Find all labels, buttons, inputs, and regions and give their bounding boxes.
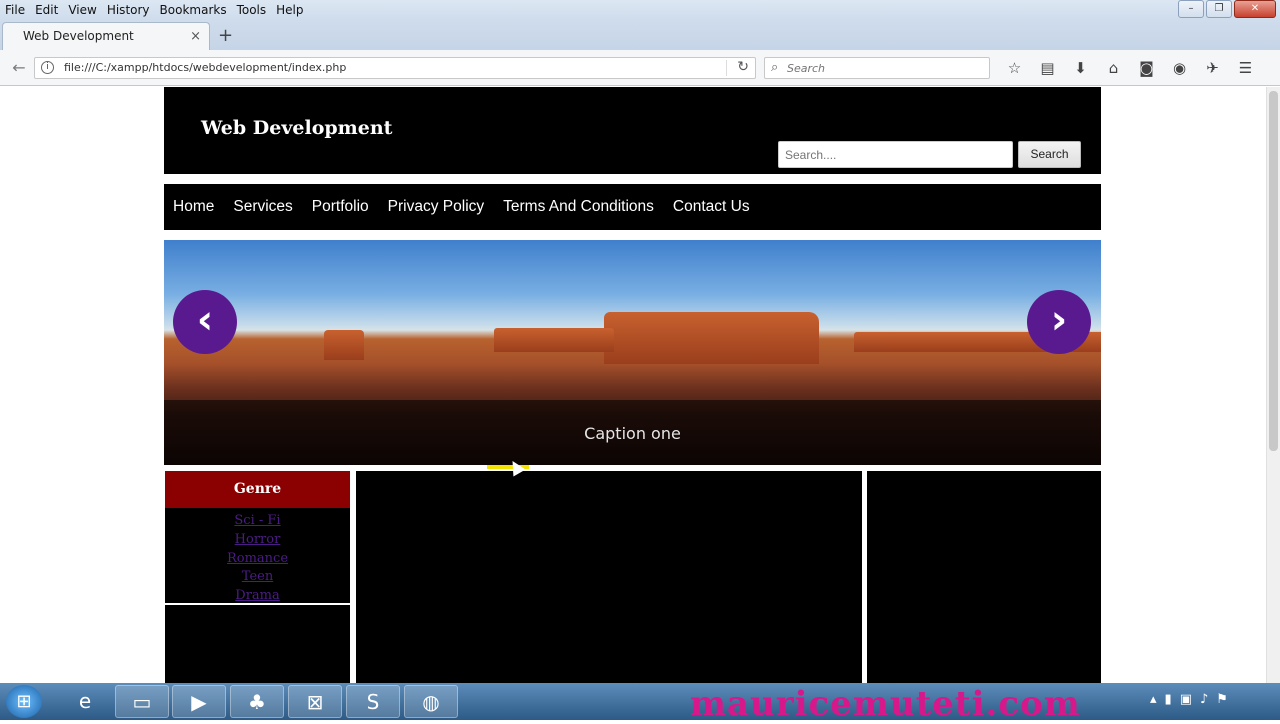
slide-image-mesa xyxy=(604,312,819,364)
system-tray: ▴ ▮ ▣ ♪ ⚑ xyxy=(1150,692,1228,707)
genre-heading: Genre xyxy=(165,471,350,508)
menu-tools[interactable]: Tools xyxy=(232,3,272,17)
site-info-icon[interactable]: i xyxy=(41,61,54,74)
file-explorer-icon[interactable]: ▭ xyxy=(115,685,169,718)
tab-web-development[interactable]: Web Development × xyxy=(2,22,210,50)
nav-link-terms[interactable]: Terms And Conditions xyxy=(503,198,654,216)
browser-search-box[interactable]: ⌕ xyxy=(764,57,990,79)
media-player-icon[interactable]: ▶ xyxy=(172,685,226,718)
tab-title: Web Development xyxy=(23,29,134,43)
minimize-button[interactable]: – xyxy=(1178,0,1204,18)
site-header: Web Development Search xyxy=(164,87,1101,174)
slide-caption: Caption one xyxy=(584,424,681,443)
vertical-scrollbar[interactable] xyxy=(1266,87,1280,683)
image-slider: Caption one ‹ › xyxy=(164,240,1101,465)
nav-link-contact[interactable]: Contact Us xyxy=(673,198,750,216)
bookmarks-menu-icon[interactable]: ▤ xyxy=(1031,58,1064,78)
adblock-icon[interactable]: ◉ xyxy=(1163,58,1196,78)
back-arrow-icon[interactable]: ← xyxy=(8,57,30,79)
menu-bar: File Edit View History Bookmarks Tools H… xyxy=(0,0,1280,20)
network-icon[interactable]: ▮ xyxy=(1165,692,1172,707)
menu-file[interactable]: File xyxy=(0,3,30,17)
watermark-text: mauricemuteti.com xyxy=(690,684,1081,724)
url-bar[interactable]: i file:///C:/xampp/htdocs/webdevelopment… xyxy=(34,57,756,79)
menu-edit[interactable]: Edit xyxy=(30,3,63,17)
toolbar-icons: ☆ ▤ ⬇ ⌂ ◙ ◉ ✈ ☰ xyxy=(998,58,1262,78)
windows-taskbar: ⊞ e ▭ ▶ ♣ ⊠ S ◍ xyxy=(0,683,1280,720)
hamburger-menu-icon[interactable]: ☰ xyxy=(1229,58,1262,78)
nav-link-home[interactable]: Home xyxy=(173,198,214,216)
window-controls: – ❐ ✕ xyxy=(1178,0,1276,18)
maximize-button[interactable]: ❐ xyxy=(1206,0,1232,18)
tab-strip: Web Development × + xyxy=(0,20,1280,50)
genre-sidebar: Genre Sci - Fi Horror Romance Teen Drama xyxy=(165,471,350,683)
genre-link-teen[interactable]: Teen xyxy=(165,568,350,587)
genre-link-sci-fi[interactable]: Sci - Fi xyxy=(165,512,350,531)
firefox-icon[interactable]: ◍ xyxy=(404,685,458,718)
home-icon[interactable]: ⌂ xyxy=(1097,58,1130,78)
slider-next-arrow-icon[interactable]: › xyxy=(1027,290,1091,354)
browser-search-input[interactable] xyxy=(787,60,985,76)
genre-link-romance[interactable]: Romance xyxy=(165,550,350,569)
nav-link-privacy-policy[interactable]: Privacy Policy xyxy=(388,198,484,216)
games-icon[interactable]: ♣ xyxy=(230,685,284,718)
site-search-button[interactable]: Search xyxy=(1018,141,1081,168)
genre-list: Sci - Fi Horror Romance Teen Drama xyxy=(165,508,350,603)
genre-link-horror[interactable]: Horror xyxy=(165,531,350,550)
reload-icon[interactable]: ↻ xyxy=(737,59,749,75)
site-nav-menu: Home Services Portfolio Privacy Policy T… xyxy=(164,184,1101,230)
right-column xyxy=(867,471,1101,683)
new-tab-button[interactable]: + xyxy=(218,25,233,46)
scrollbar-thumb[interactable] xyxy=(1269,91,1278,451)
pocket-icon[interactable]: ◙ xyxy=(1130,58,1163,78)
menu-help[interactable]: Help xyxy=(271,3,308,17)
site-title: Web Development xyxy=(201,117,393,139)
url-text[interactable]: file:///C:/xampp/htdocs/webdevelopment/i… xyxy=(64,61,346,74)
bookmark-star-icon[interactable]: ☆ xyxy=(998,58,1031,78)
slider-prev-arrow-icon[interactable]: ‹ xyxy=(173,290,237,354)
menu-bookmarks[interactable]: Bookmarks xyxy=(155,3,232,17)
flag-icon[interactable]: ⚑ xyxy=(1216,692,1228,707)
menu-view[interactable]: View xyxy=(63,3,101,17)
nav-link-portfolio[interactable]: Portfolio xyxy=(312,198,369,216)
nav-link-services[interactable]: Services xyxy=(233,198,292,216)
slide-image-ridge-left xyxy=(494,328,614,352)
volume-icon[interactable]: ♪ xyxy=(1200,692,1208,707)
extension-icon[interactable]: ✈ xyxy=(1196,58,1229,78)
url-separator xyxy=(726,60,727,76)
start-button-icon[interactable]: ⊞ xyxy=(6,685,42,718)
sublime-text-icon[interactable]: S xyxy=(346,685,400,718)
xampp-icon[interactable]: ⊠ xyxy=(288,685,342,718)
main-content-column xyxy=(356,471,862,683)
navigation-toolbar: ← i file:///C:/xampp/htdocs/webdevelopme… xyxy=(0,50,1280,86)
menu-history[interactable]: History xyxy=(102,3,155,17)
close-window-button[interactable]: ✕ xyxy=(1234,0,1276,18)
power-icon[interactable]: ▣ xyxy=(1180,692,1192,707)
tray-expand-icon[interactable]: ▴ xyxy=(1150,692,1157,707)
search-icon: ⌕ xyxy=(771,60,779,75)
site-search-input[interactable] xyxy=(778,141,1013,168)
slide-image-butte-left xyxy=(324,330,364,360)
internet-explorer-icon[interactable]: e xyxy=(58,685,112,718)
tab-close-icon[interactable]: × xyxy=(190,29,201,44)
downloads-icon[interactable]: ⬇ xyxy=(1064,58,1097,78)
page-viewport: Web Development Search Home Services Por… xyxy=(0,87,1266,683)
